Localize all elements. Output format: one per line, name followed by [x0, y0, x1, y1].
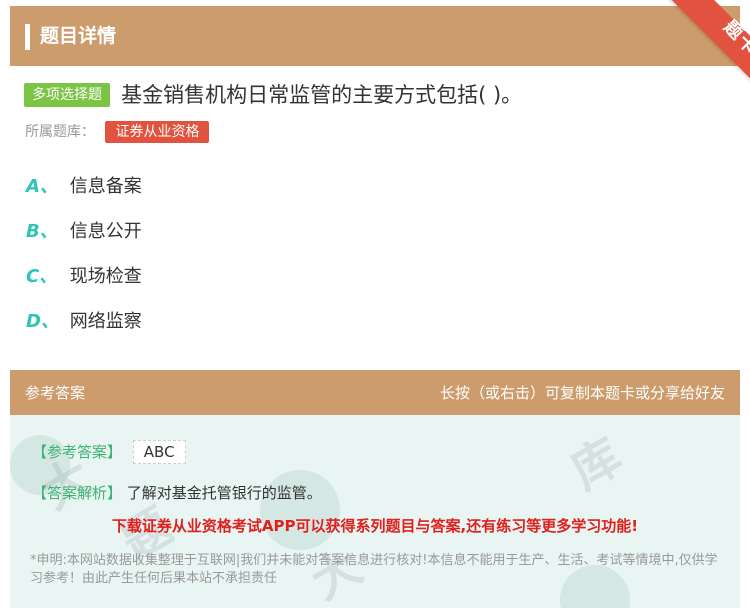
question-block: 多项选择题 基金销售机构日常监管的主要方式包括( )。: [24, 80, 724, 110]
option-letter: D、: [26, 311, 59, 332]
answer-line: 【参考答案】 ABC: [32, 440, 186, 464]
answer-section-title: 参考答案: [25, 384, 86, 402]
option-letter: A、: [26, 176, 58, 197]
option-text: 信息备案: [69, 176, 142, 197]
question-type-badge: 多项选择题: [24, 83, 110, 107]
download-app-link[interactable]: 下载证券从业资格考试APP可以获得系列题目与答案,还有练习等更多学习功能!: [10, 515, 740, 537]
source-tag[interactable]: 证券从业资格: [105, 121, 210, 143]
answer-label: 【参考答案】: [32, 443, 123, 461]
option-text: 信息公开: [69, 221, 142, 242]
question-source: 所属题库： 证券从业资格: [25, 121, 210, 143]
disclaimer-text: *申明:本网站数据收集整理于互联网|我们并未能对答案信息进行核对!本信息不能用于…: [30, 553, 718, 586]
option-a[interactable]: A、 信息备案: [26, 174, 142, 200]
answer-body: 大 题 大 库 【参考答案】 ABC 【答案解析】 了解对基金托管银行的监管。 …: [10, 415, 740, 608]
option-letter: C、: [26, 266, 58, 287]
header-accent-bar: [25, 24, 30, 50]
answer-value[interactable]: ABC: [132, 440, 186, 464]
option-text: 网络监察: [69, 311, 142, 332]
option-d[interactable]: D、 网络监察: [26, 309, 142, 335]
analysis-label: 【答案解析】: [32, 484, 123, 502]
option-b[interactable]: B、 信息公开: [26, 219, 142, 245]
option-letter: B、: [26, 221, 58, 242]
option-text: 现场检查: [69, 266, 142, 287]
question-text: 基金销售机构日常监管的主要方式包括( )。: [121, 83, 523, 107]
option-c[interactable]: C、 现场检查: [26, 264, 142, 290]
answer-header: 参考答案 长按（或右击）可复制本题卡或分享给好友: [10, 370, 740, 415]
watermark-glyph: 库: [561, 428, 632, 501]
source-label: 所属题库：: [25, 124, 95, 140]
share-hint: 长按（或右击）可复制本题卡或分享给好友: [439, 384, 725, 402]
analysis-text: 了解对基金托管银行的监管。: [126, 484, 322, 502]
analysis-line: 【答案解析】 了解对基金托管银行的监管。: [32, 482, 322, 504]
header-bar: 题目详情: [10, 6, 740, 66]
page-title: 题目详情: [40, 25, 117, 47]
